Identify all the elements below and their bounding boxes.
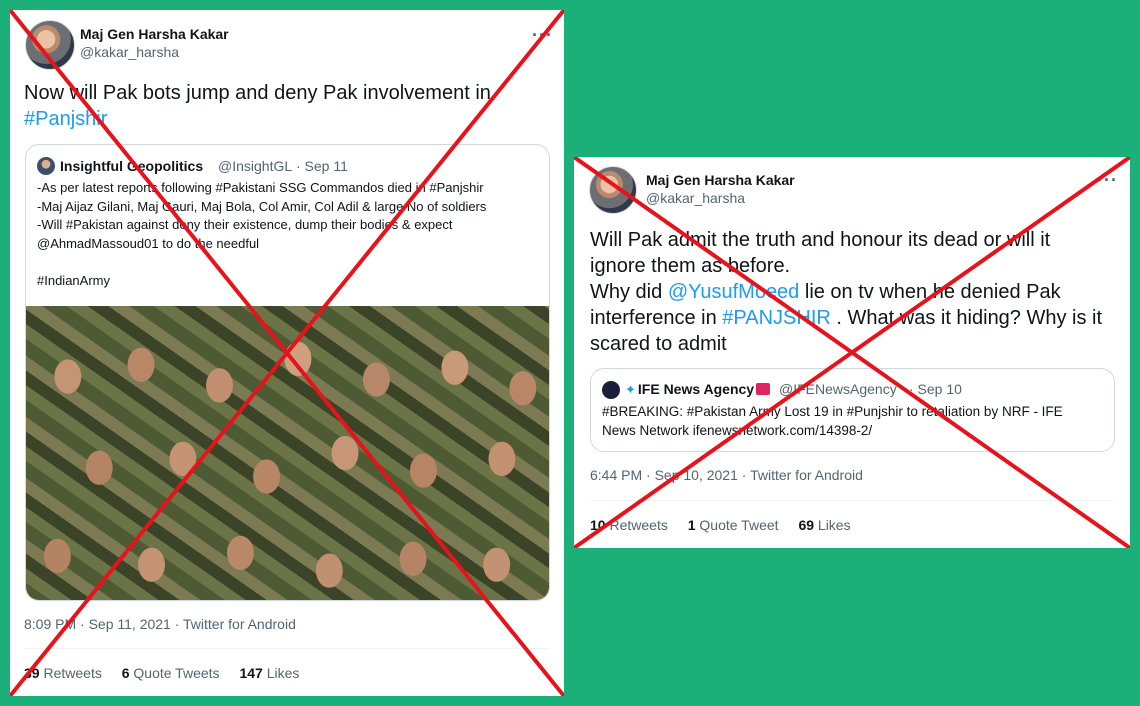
quote-date[interactable]: · Sep 10 [909,381,962,397]
more-options-icon[interactable]: ··· [532,26,553,44]
retweets-label[interactable]: Retweets [609,517,667,533]
tweet-text: Now will Pak bots jump and deny Pak invo… [24,80,549,132]
engagement-stats: 10 Retweets 1 Quote Tweet 69 Likes [590,517,851,533]
tweet-card-1: Maj Gen Harsha Kakar @kakar_harsha ··· N… [10,10,564,696]
quote-author-handle[interactable]: @IFENewsAgency [779,381,897,397]
mention-link[interactable]: @YusufMoeed [668,281,800,303]
quoted-tweet[interactable]: Insightful Geopolitics @InsightGL · Sep … [25,144,550,601]
quote-author-name[interactable]: ✦ IFE News Agency [625,381,771,398]
quote-avatar[interactable] [37,157,55,175]
quote-tweets-label[interactable]: Quote Tweet [699,517,778,533]
hashtag-link[interactable]: #Panjshir [24,108,107,130]
soldiers-photo[interactable] [26,306,549,600]
tweet-text-part: Why did [590,281,668,303]
quote-tweets-count[interactable]: 1 [688,517,696,533]
quote-tweets-count[interactable]: 6 [122,665,130,681]
retweets-count[interactable]: 39 [24,665,40,681]
quote-text: -As per latest reports following #Pakist… [37,180,487,288]
engagement-stats: 39 Retweets 6 Quote Tweets 147 Likes [24,665,299,681]
retweets-label[interactable]: Retweets [43,665,101,681]
likes-count[interactable]: 147 [239,665,262,681]
divider [590,500,1113,501]
author-handle[interactable]: @kakar_harsha [80,44,179,60]
tweet-text-line: Now will Pak bots jump and deny Pak invo… [24,82,491,104]
avatar[interactable] [589,166,637,214]
quote-tweets-label[interactable]: Quote Tweets [133,665,219,681]
tweet-card-2: Maj Gen Harsha Kakar @kakar_harsha ··· W… [574,157,1130,548]
satellite-icon: ✦ [625,382,636,397]
tweet-text: Will Pak admit the truth and honour its … [590,227,1110,357]
author-name[interactable]: Maj Gen Harsha Kakar [80,26,229,42]
likes-count[interactable]: 69 [798,517,814,533]
quote-avatar[interactable] [602,381,620,399]
quote-date[interactable]: · Sep 11 [296,158,348,174]
quote-author-handle[interactable]: @InsightGL [218,158,292,174]
author-name[interactable]: Maj Gen Harsha Kakar [646,172,795,188]
author-handle[interactable]: @kakar_harsha [646,190,745,206]
avatar[interactable] [25,20,75,70]
quote-author-label[interactable]: IFE News Agency [638,381,754,397]
quote-text: #BREAKING: #Pakistan Army Lost 19 in #Pu… [602,404,1063,438]
divider [24,648,549,649]
likes-label[interactable]: Likes [267,665,300,681]
more-options-icon[interactable]: ··· [1097,171,1118,189]
hashtag-link[interactable]: #PANJSHIR [722,307,831,329]
siren-icon [756,383,771,395]
tweet-timestamp[interactable]: 8:09 PM · Sep 11, 2021 · Twitter for And… [24,616,296,632]
quoted-tweet[interactable]: ✦ IFE News Agency @IFENewsAgency · Sep 10… [590,368,1115,452]
quote-author-name[interactable]: Insightful Geopolitics [60,158,203,174]
tweet-text-part: Will Pak admit the truth and honour its … [590,229,1051,277]
retweets-count[interactable]: 10 [590,517,606,533]
likes-label[interactable]: Likes [818,517,851,533]
tweet-timestamp[interactable]: 6:44 PM · Sep 10, 2021 · Twitter for And… [590,467,863,483]
